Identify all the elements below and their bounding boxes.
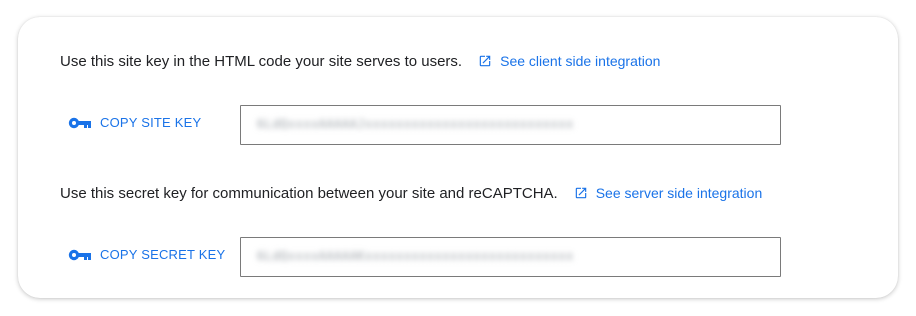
keys-card: Use this site key in the HTML code your … [18, 17, 898, 298]
open-in-new-icon [479, 55, 491, 67]
secret-key-value: 6LdQxxxxAAAAAKxxxxxxxxxxxxxxxxxxxxxxxxxx… [257, 249, 574, 263]
site-key-description: Use this site key in the HTML code your … [60, 52, 463, 70]
server-side-integration-link[interactable]: See server side integration [574, 185, 763, 201]
key-icon [68, 117, 91, 128]
copy-secret-key-label: COPY SECRET KEY [100, 247, 226, 262]
secret-key-field[interactable]: 6LdQxxxxAAAAAKxxxxxxxxxxxxxxxxxxxxxxxxxx… [240, 237, 781, 277]
key-icon [68, 249, 91, 260]
client-side-integration-link[interactable]: See client side integration [478, 53, 660, 69]
client-side-integration-label: See client side integration [500, 53, 661, 69]
site-key-field[interactable]: 6LdQxxxxAAAAAJxxxxxxxxxxxxxxxxxxxxxxxxxx… [240, 105, 781, 145]
secret-key-description: Use this secret key for communication be… [60, 184, 558, 202]
copy-site-key-label: COPY SITE KEY [100, 115, 202, 130]
copy-secret-key-button[interactable]: COPY SECRET KEY [68, 247, 225, 262]
site-key-value: 6LdQxxxxAAAAAJxxxxxxxxxxxxxxxxxxxxxxxxxx… [257, 117, 574, 131]
open-in-new-icon [575, 187, 586, 199]
server-side-integration-label: See server side integration [595, 185, 763, 201]
copy-site-key-button[interactable]: COPY SITE KEY [68, 115, 201, 130]
secret-key-description-row: Use this secret key for communication be… [60, 183, 762, 203]
site-key-description-row: Use this site key in the HTML code your … [60, 51, 660, 71]
